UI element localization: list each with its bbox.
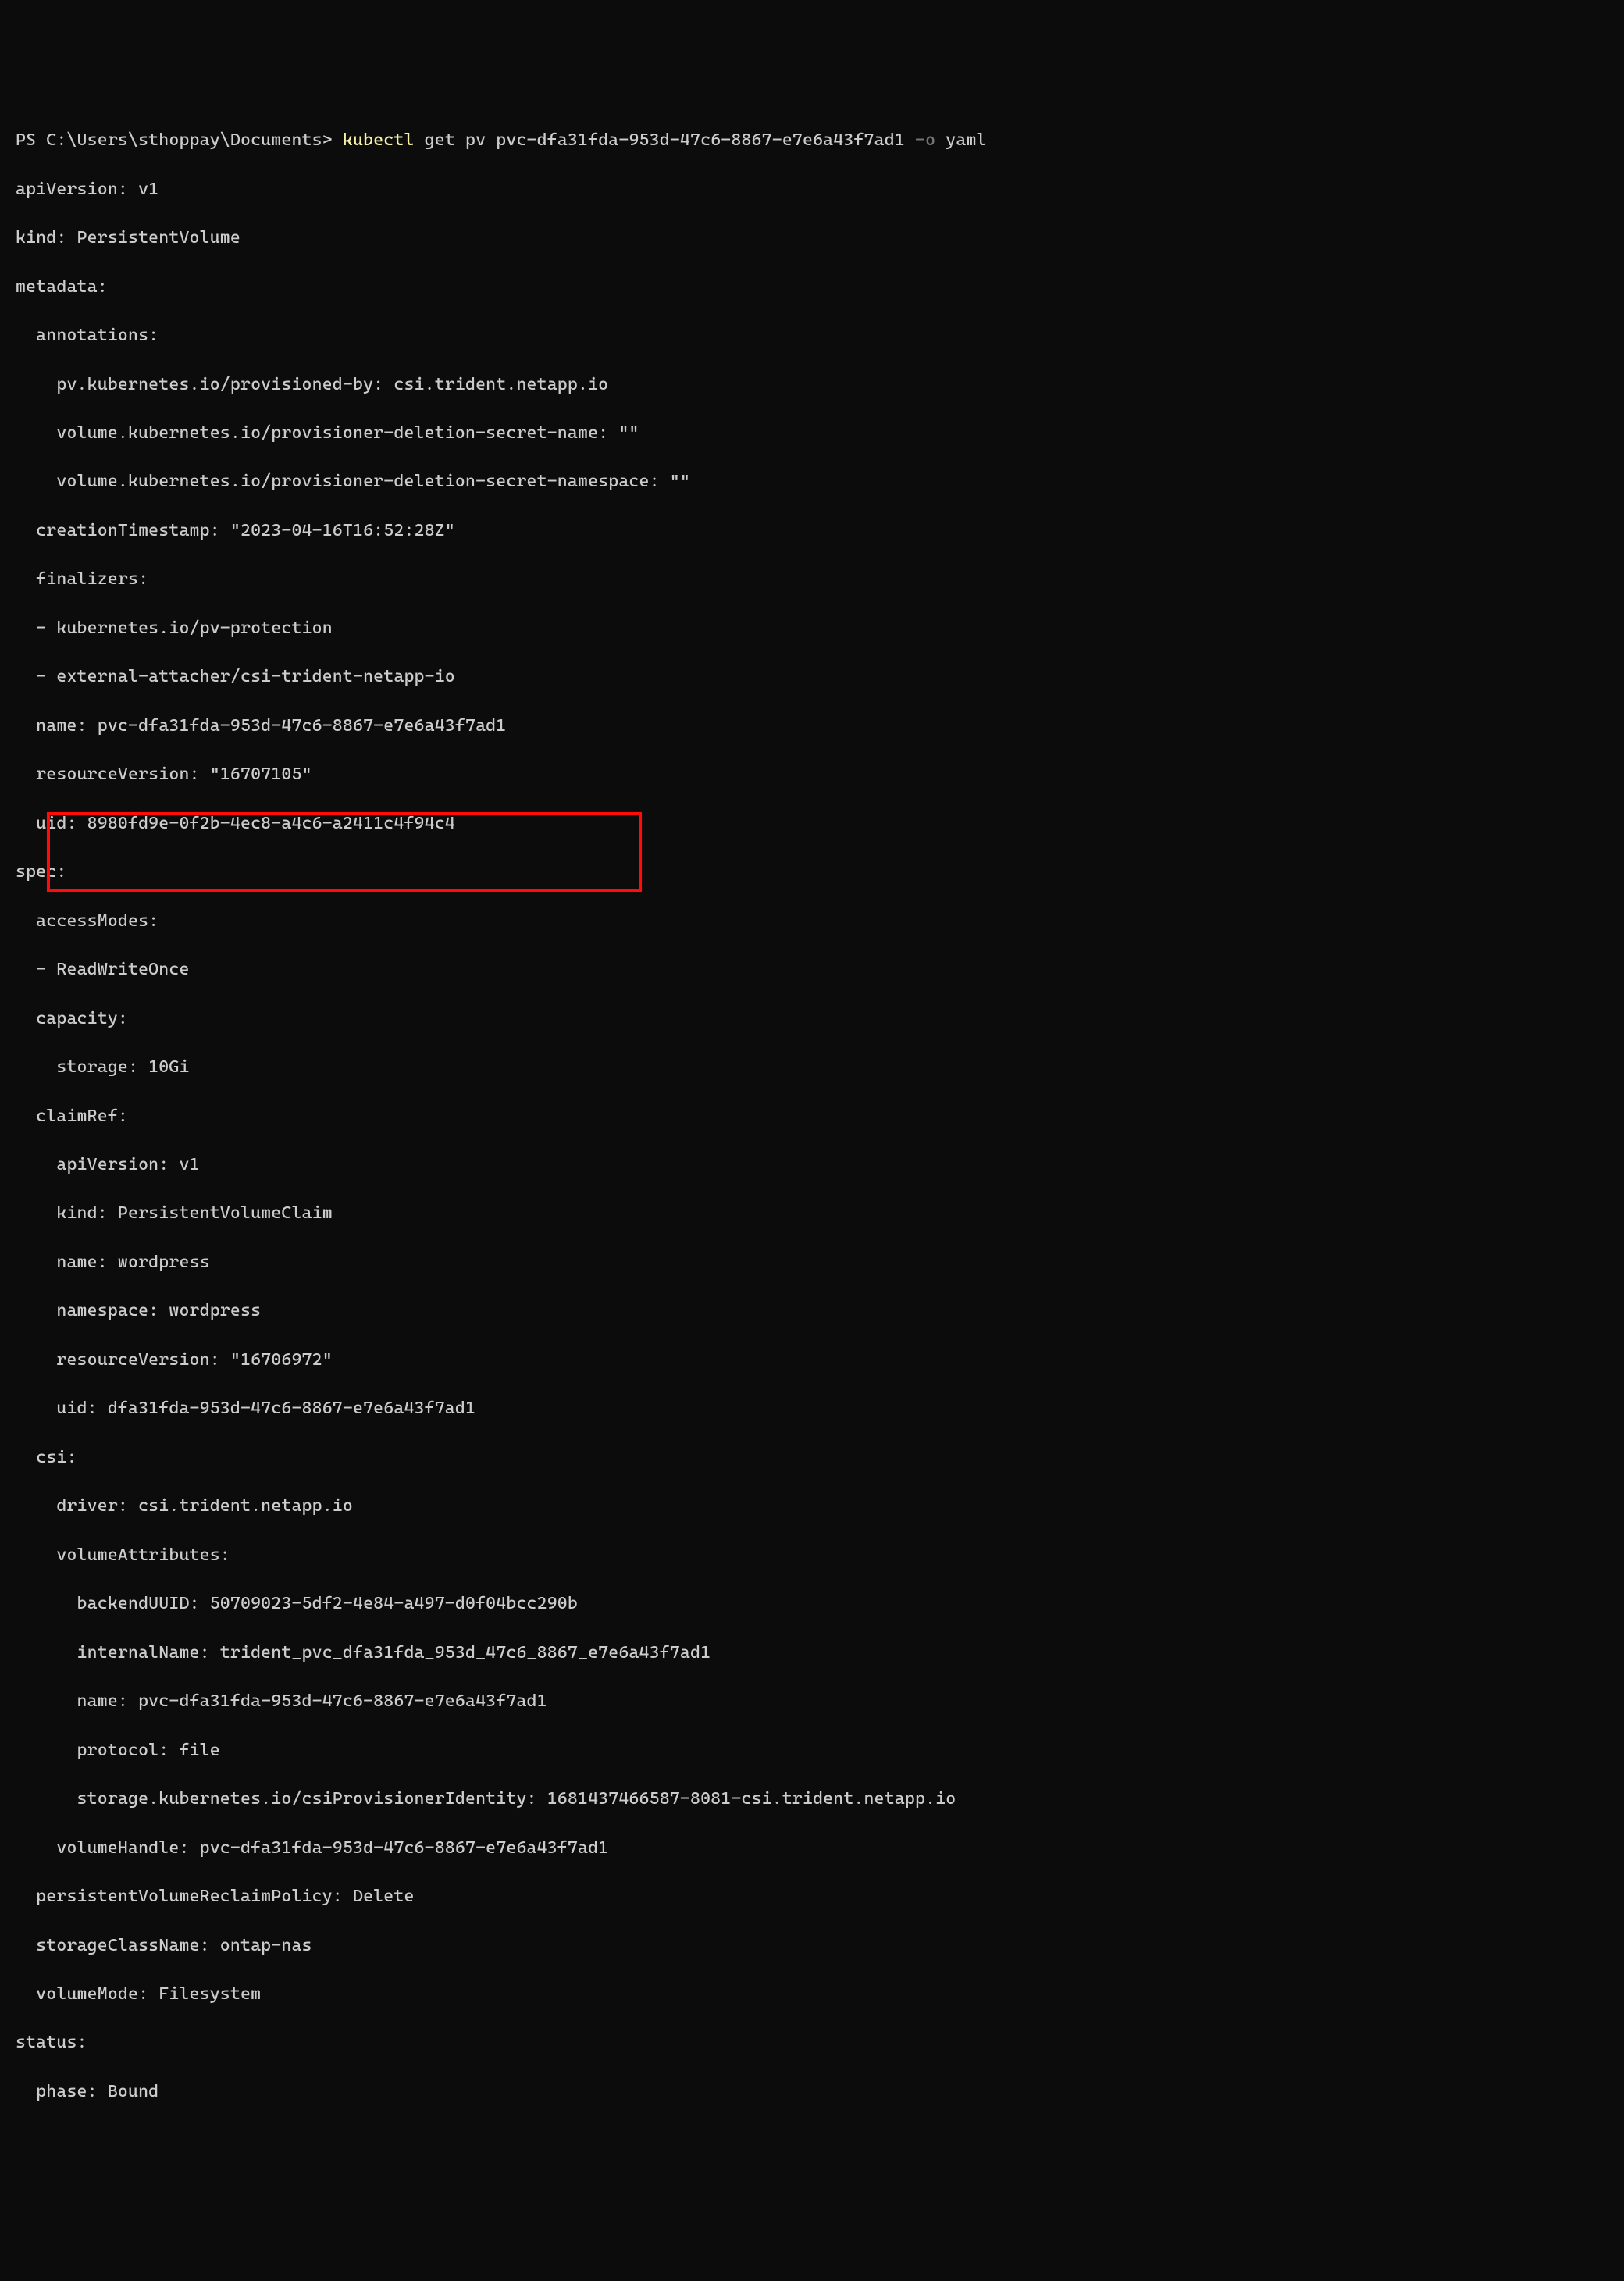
command-name: kubectl (343, 130, 415, 150)
command-flag-arg: yaml (935, 130, 986, 150)
yaml-line: metadata: (16, 275, 1608, 299)
yaml-line: uid: dfa31fda-953d-47c6-8867-e7e6a43f7ad… (16, 1396, 1608, 1420)
yaml-line: driver: csi.trident.netapp.io (16, 1494, 1608, 1518)
command-args: get pv pvc-dfa31fda-953d-47c6-8867-e7e6a… (415, 130, 915, 150)
yaml-line: phase: Bound (16, 2080, 1608, 2104)
command-flag: -o (915, 130, 935, 150)
yaml-line: volumeMode: Filesystem (16, 1982, 1608, 2006)
yaml-line: volumeHandle: pvc-dfa31fda-953d-47c6-886… (16, 1836, 1608, 1860)
yaml-line: - kubernetes.io/pv-protection (16, 616, 1608, 640)
yaml-line: finalizers: (16, 567, 1608, 591)
yaml-line: - external-attacher/csi-trident-netapp-i… (16, 665, 1608, 689)
yaml-line: name: wordpress (16, 1250, 1608, 1274)
yaml-line: status: (16, 2030, 1608, 2055)
yaml-line: volumeAttributes: (16, 1543, 1608, 1567)
yaml-line: volume.kubernetes.io/provisioner-deletio… (16, 421, 1608, 445)
prompt-path: C:\Users\sthoppay\Documents (46, 130, 322, 150)
yaml-line: storage.kubernetes.io/csiProvisionerIden… (16, 1787, 1608, 1811)
yaml-line: accessModes: (16, 909, 1608, 933)
yaml-line: volume.kubernetes.io/provisioner-deletio… (16, 469, 1608, 494)
yaml-line: pv.kubernetes.io/provisioned-by: csi.tri… (16, 372, 1608, 397)
yaml-line: name: pvc-dfa31fda-953d-47c6-8867-e7e6a4… (16, 714, 1608, 738)
yaml-line: namespace: wordpress (16, 1299, 1608, 1323)
prompt-char: > (322, 130, 343, 150)
yaml-line: kind: PersistentVolume (16, 226, 1608, 250)
terminal-output: PS C:\Users\sthoppay\Documents> kubectl … (16, 104, 1608, 2153)
yaml-line: name: pvc-dfa31fda-953d-47c6-8867-e7e6a4… (16, 1689, 1608, 1713)
command-line[interactable]: PS C:\Users\sthoppay\Documents> kubectl … (16, 128, 1608, 152)
yaml-line: capacity: (16, 1007, 1608, 1031)
yaml-line: storage: 10Gi (16, 1055, 1608, 1079)
yaml-line: protocol: file (16, 1738, 1608, 1762)
yaml-line: spec: (16, 860, 1608, 884)
yaml-line: claimRef: (16, 1104, 1608, 1128)
yaml-line: internalName: trident_pvc_dfa31fda_953d_… (16, 1641, 1608, 1665)
yaml-line: resourceVersion: "16706972" (16, 1348, 1608, 1372)
yaml-line: - ReadWriteOnce (16, 957, 1608, 982)
yaml-line: csi: (16, 1445, 1608, 1470)
yaml-line: resourceVersion: "16707105" (16, 762, 1608, 786)
yaml-line: apiVersion: v1 (16, 177, 1608, 201)
yaml-line: storageClassName: ontap-nas (16, 1934, 1608, 1958)
yaml-line: creationTimestamp: "2023-04-16T16:52:28Z… (16, 519, 1608, 543)
yaml-line: kind: PersistentVolumeClaim (16, 1201, 1608, 1225)
ps-prefix: PS (16, 130, 46, 150)
yaml-line: annotations: (16, 323, 1608, 347)
yaml-line: uid: 8980fd9e-0f2b-4ec8-a4c6-a2411c4f94c… (16, 811, 1608, 836)
yaml-line: backendUUID: 50709023-5df2-4e84-a497-d0f… (16, 1591, 1608, 1616)
yaml-line: apiVersion: v1 (16, 1153, 1608, 1177)
yaml-line: persistentVolumeReclaimPolicy: Delete (16, 1884, 1608, 1909)
